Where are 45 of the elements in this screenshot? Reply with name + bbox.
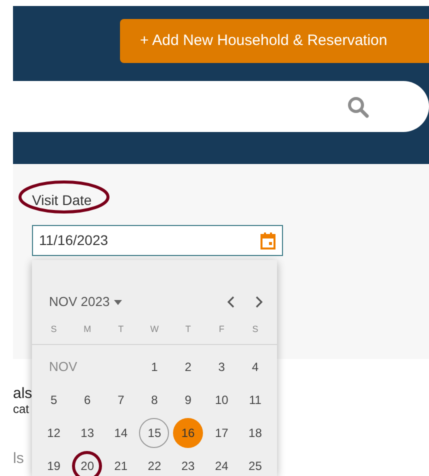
weekday-label: S xyxy=(251,323,260,336)
calendar-day[interactable]: 14 xyxy=(106,418,136,448)
calendar-day[interactable]: 20 xyxy=(72,451,102,476)
section-subtitle: cat xyxy=(13,402,30,416)
calendar-day[interactable]: 16 xyxy=(173,418,204,448)
calendar-day[interactable]: 24 xyxy=(206,451,237,476)
calendar-day[interactable]: 22 xyxy=(139,451,170,476)
weekday-label: S xyxy=(50,323,58,336)
weekday-label: W xyxy=(149,323,160,336)
calendar-day[interactable]: 13 xyxy=(72,418,102,448)
calendar-day[interactable]: 6 xyxy=(72,385,102,415)
calendar-day[interactable]: 15 xyxy=(139,418,170,448)
calendar-day[interactable]: 5 xyxy=(38,385,69,415)
caret-icon xyxy=(114,300,122,304)
calendar-day[interactable]: 23 xyxy=(173,451,204,476)
calendar-day[interactable]: 3 xyxy=(206,352,237,382)
calendar-day[interactable]: 17 xyxy=(206,418,237,448)
calendar-day[interactable]: 7 xyxy=(106,385,136,415)
weekday-label: M xyxy=(82,323,92,336)
weekday-label: T xyxy=(184,323,192,336)
previous-month-icon[interactable] xyxy=(227,296,235,308)
calendar-day[interactable]: 19 xyxy=(38,451,69,476)
search-field[interactable] xyxy=(13,81,429,132)
weekday-label: F xyxy=(218,323,226,336)
month-selector[interactable]: NOV 2023 xyxy=(49,292,122,312)
visit-date-value: 11/16/2023 xyxy=(39,231,108,250)
calendar-day[interactable]: 1 xyxy=(139,352,170,382)
search-icon[interactable] xyxy=(347,96,369,118)
calendar-day[interactable]: 2 xyxy=(173,352,204,382)
calendar-icon[interactable] xyxy=(260,232,276,250)
weekday-label: T xyxy=(117,323,125,336)
month-label: NOV xyxy=(48,358,78,376)
calendar-day[interactable]: 18 xyxy=(240,418,270,448)
next-month-icon[interactable] xyxy=(255,296,263,308)
calendar-day[interactable]: 4 xyxy=(240,352,270,382)
calendar-day[interactable]: 12 xyxy=(38,418,69,448)
section-title: als xyxy=(13,386,32,402)
calendar-day[interactable]: 8 xyxy=(139,385,170,415)
calendar-day[interactable]: 9 xyxy=(173,385,204,415)
calendar-day[interactable]: 25 xyxy=(240,451,270,476)
calendar-day[interactable]: 10 xyxy=(206,385,237,415)
visit-date-label: Visit Date xyxy=(32,191,92,210)
visit-date-field[interactable]: 11/16/2023 xyxy=(32,225,283,256)
calendar-day[interactable]: 21 xyxy=(106,451,136,476)
calendar-day[interactable]: 11 xyxy=(240,385,270,415)
